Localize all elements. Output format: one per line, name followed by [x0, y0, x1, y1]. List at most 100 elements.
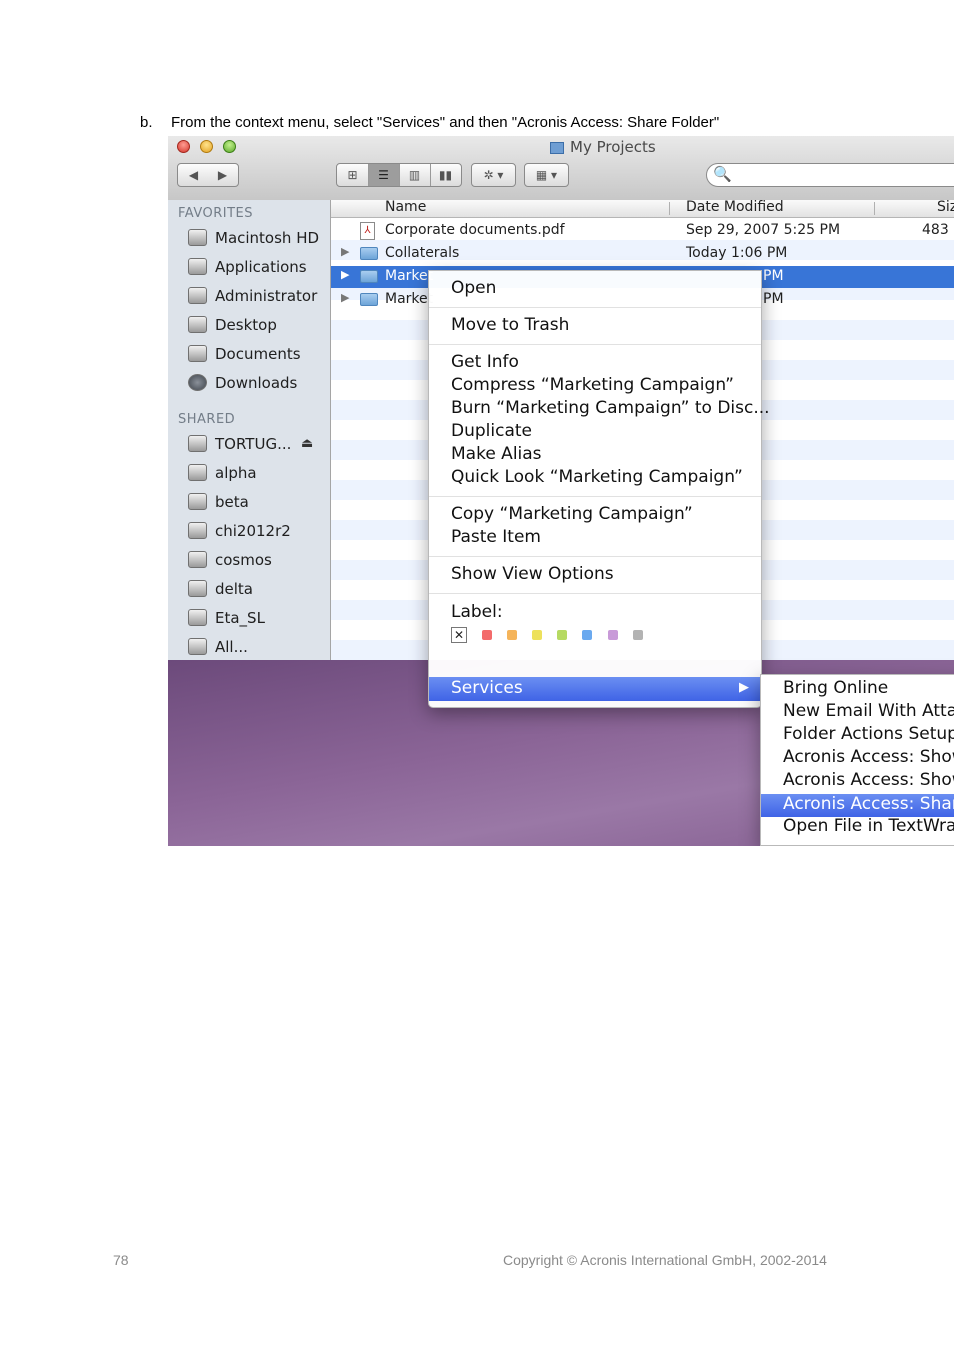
back-forward-group: ◀ ▶ [177, 163, 239, 187]
back-button[interactable]: ◀ [179, 164, 208, 186]
menu-item-make-alias[interactable]: Make Alias [451, 444, 542, 464]
label-orange[interactable] [507, 630, 518, 640]
disclosure-triangle-icon[interactable]: ▶ [341, 268, 349, 281]
folder-icon [360, 247, 378, 260]
server-icon [188, 435, 207, 452]
submenu-item-acronis-show-2[interactable]: Acronis Access: Show [783, 770, 954, 790]
column-date-modified[interactable]: Date Modified [686, 199, 784, 215]
pdf-icon: ⅄ [360, 222, 375, 240]
sidebar-item-cosmos[interactable]: cosmos [188, 551, 272, 573]
view-mode-group: ⊞ ☰ ▥ ▮▮ [336, 163, 462, 187]
copyright-notice: Copyright © Acronis International GmbH, … [503, 1252, 827, 1268]
sidebar-item-chi2012r2[interactable]: chi2012r2 [188, 522, 291, 544]
submenu-item-acronis-show-1[interactable]: Acronis Access: Show [783, 747, 954, 767]
instruction-body: From the context menu, select "Services"… [171, 114, 720, 131]
sidebar-item-macintosh-hd[interactable]: Macintosh HD [188, 229, 319, 251]
minimize-button[interactable] [200, 140, 213, 153]
sidebar-item-administrator[interactable]: Administrator [188, 287, 317, 309]
submenu-item-folder-actions[interactable]: Folder Actions Setup... [783, 724, 954, 744]
sidebar-item-delta[interactable]: delta [188, 580, 253, 602]
computer-icon [188, 464, 207, 481]
desktop-icon [188, 316, 207, 333]
submenu-arrow-icon: ▶ [739, 680, 749, 695]
menu-item-duplicate[interactable]: Duplicate [451, 421, 532, 441]
zoom-button[interactable] [223, 140, 236, 153]
menu-item-services[interactable]: Services ▶ [429, 677, 761, 701]
label-heading: Label: [451, 602, 503, 622]
submenu-item-open-textwrangler[interactable]: Open File in TextWran [783, 816, 954, 836]
context-menu: Open Move to Trash Get Info Compress “Ma… [428, 270, 770, 708]
menu-item-burn[interactable]: Burn “Marketing Campaign” to Disc... [451, 398, 770, 418]
menu-item-paste[interactable]: Paste Item [451, 527, 541, 547]
finder-sidebar: FAVORITES Macintosh HD Applications Admi… [168, 200, 331, 660]
label-blue[interactable] [582, 630, 593, 640]
folder-row[interactable]: ▶ Collaterals Today 1:06 PM [331, 243, 954, 265]
computer-icon [188, 551, 207, 568]
arrange-menu-button[interactable]: ▦ ▾ [524, 163, 569, 187]
window-toolbar: My Projects ◀ ▶ ⊞ ☰ ▥ ▮▮ ✲ ▾ ▦ ▾ 🔍 [168, 136, 954, 201]
network-drive-icon [188, 609, 207, 626]
folder-icon [360, 270, 378, 283]
label-colors: ✕ [451, 627, 648, 645]
eject-icon[interactable]: ⏏ [301, 436, 313, 451]
sidebar-item-applications[interactable]: Applications [188, 258, 307, 280]
page-number: 78 [113, 1252, 129, 1268]
label-none-icon[interactable]: ✕ [451, 627, 467, 643]
hard-drive-icon [188, 229, 207, 246]
list-view-button[interactable]: ☰ [368, 164, 400, 186]
services-submenu: Bring Online New Email With Attach Folde… [760, 674, 954, 846]
disclosure-triangle-icon[interactable]: ▶ [341, 245, 349, 258]
action-menu-button[interactable]: ✲ ▾ [471, 163, 516, 187]
sidebar-item-desktop[interactable]: Desktop [188, 316, 277, 338]
label-purple[interactable] [607, 630, 618, 640]
label-green[interactable] [557, 630, 568, 640]
computer-icon [188, 580, 207, 597]
column-size[interactable]: Siz [937, 199, 954, 215]
sidebar-item-eta-sl[interactable]: Eta_SL [188, 609, 265, 631]
submenu-item-bring-online[interactable]: Bring Online [783, 678, 888, 698]
sidebar-heading-shared: SHARED [178, 412, 236, 427]
menu-item-get-info[interactable]: Get Info [451, 352, 519, 372]
sidebar-item-downloads[interactable]: Downloads [188, 374, 297, 396]
menu-item-copy[interactable]: Copy “Marketing Campaign” [451, 504, 693, 524]
instruction-text: b. From the context menu, select "Service… [140, 114, 719, 131]
computer-icon [188, 493, 207, 510]
icon-view-button[interactable]: ⊞ [338, 164, 369, 186]
sidebar-heading-favorites: FAVORITES [178, 206, 254, 221]
search-input[interactable]: 🔍 [706, 163, 954, 187]
downloads-icon [188, 374, 207, 391]
column-header: Name Date Modified Siz [331, 199, 954, 218]
menu-item-quick-look[interactable]: Quick Look “Marketing Campaign” [451, 467, 743, 487]
coverflow-view-button[interactable]: ▮▮ [431, 164, 461, 186]
finder-screenshot: My Projects ◀ ▶ ⊞ ☰ ▥ ▮▮ ✲ ▾ ▦ ▾ 🔍 FAVORITES… [168, 136, 954, 846]
menu-item-open[interactable]: Open [451, 278, 496, 298]
menu-item-compress[interactable]: Compress “Marketing Campaign” [451, 375, 734, 395]
column-name[interactable]: Name [385, 199, 426, 215]
menu-item-show-view-options[interactable]: Show View Options [451, 564, 614, 584]
sidebar-item-alpha[interactable]: alpha [188, 464, 257, 486]
submenu-item-acronis-share[interactable]: Acronis Access: Share [761, 794, 954, 817]
sidebar-item-all[interactable]: All... [188, 638, 248, 660]
folder-icon [360, 293, 378, 306]
label-red[interactable] [482, 630, 493, 640]
documents-icon [188, 345, 207, 362]
menu-item-move-to-trash[interactable]: Move to Trash [451, 315, 569, 335]
home-icon [188, 287, 207, 304]
disclosure-triangle-icon[interactable]: ▶ [341, 291, 349, 304]
window-title: My Projects [550, 138, 656, 156]
sidebar-item-documents[interactable]: Documents [188, 345, 301, 367]
computer-icon [188, 522, 207, 539]
file-row[interactable]: ⅄ Corporate documents.pdf Sep 29, 2007 5… [331, 220, 954, 242]
close-button[interactable] [177, 140, 190, 153]
folder-icon [550, 141, 564, 154]
column-view-button[interactable]: ▥ [400, 164, 431, 186]
forward-button[interactable]: ▶ [208, 164, 237, 186]
label-gray[interactable] [632, 630, 643, 640]
sidebar-item-tortug[interactable]: TORTUG... [188, 435, 291, 457]
network-icon [188, 638, 207, 655]
applications-icon [188, 258, 207, 275]
list-marker: b. [140, 114, 153, 131]
sidebar-item-beta[interactable]: beta [188, 493, 249, 515]
label-yellow[interactable] [532, 630, 543, 640]
submenu-item-new-email[interactable]: New Email With Attach [783, 701, 954, 721]
